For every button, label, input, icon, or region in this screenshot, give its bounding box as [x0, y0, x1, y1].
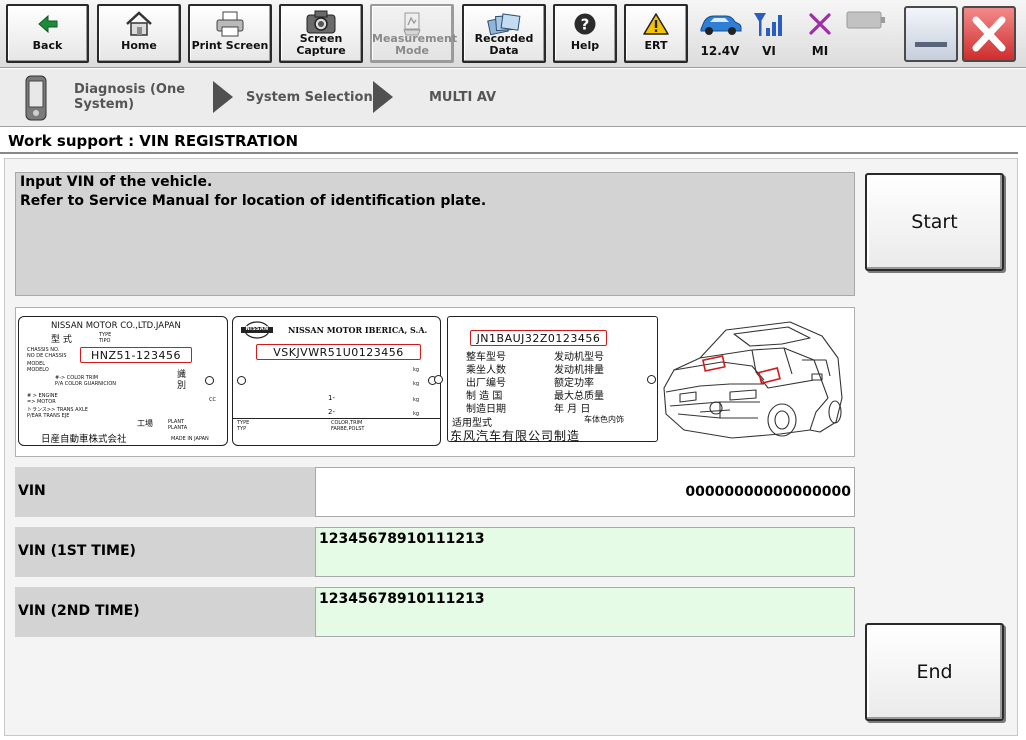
minimize-button[interactable]: [904, 6, 958, 62]
vin-row: VIN 00000000000000000: [15, 467, 855, 517]
breadcrumb: Diagnosis (One System) System Selection …: [0, 69, 1026, 127]
signal-antenna-icon: [745, 10, 793, 38]
battery-icon: [842, 6, 890, 34]
measurement-mode-button[interactable]: Measurement Mode: [370, 4, 458, 63]
breadcrumb-arrow-icon: [213, 81, 233, 113]
plate-divider: [233, 418, 440, 419]
vin-value: 00000000000000000: [315, 467, 855, 517]
help-icon: ?: [555, 11, 615, 37]
instruction-line-2: Refer to Service Manual for location of …: [20, 193, 487, 209]
id-plate-china: JN1BAUJ32Z0123456 整车型号 发动机型号 乘坐人数 发动机排量 …: [434, 316, 658, 443]
mi-label: MI: [811, 44, 829, 58]
back-button[interactable]: Back: [6, 4, 89, 63]
vehicle-illustration: [660, 314, 850, 452]
nissan-logo: NISSAN: [240, 321, 274, 339]
vin-label: VIN: [18, 483, 46, 499]
rivet-hole: [647, 375, 656, 384]
screen-capture-label: Screen Capture: [296, 32, 346, 57]
warning-icon: [626, 11, 686, 37]
breadcrumb-step-diagnosis[interactable]: Diagnosis (One System): [74, 82, 185, 112]
vin-1st-input[interactable]: 12345678910111213: [315, 527, 855, 577]
app-window: Back Home Print Screen Screen Capture Me…: [0, 0, 1026, 740]
home-button[interactable]: Home: [97, 4, 181, 63]
instruction-line-1: Input VIN of the vehicle.: [20, 174, 213, 190]
battery-voltage-status: 12.4V: [696, 4, 744, 63]
mi-cross-icon: [796, 10, 844, 38]
breadcrumb-step-multi-av[interactable]: MULTI AV: [429, 90, 496, 105]
toolbar: Back Home Print Screen Screen Capture Me…: [0, 0, 1026, 68]
recorded-data-button[interactable]: Recorded Data: [462, 4, 546, 63]
ert-label: ERT: [644, 39, 668, 52]
identification-plate-panel: NISSAN MOTOR CO.,LTD.JAPAN 型 式 TYPE TIPO…: [15, 307, 855, 457]
id-plate-iberica: NISSAN NISSAN MOTOR IBERICA, S.A. VSKJVW…: [232, 316, 441, 446]
vin-1st-label: VIN (1ST TIME): [18, 543, 136, 559]
vin-2nd-label-cell: VIN (2ND TIME): [15, 587, 315, 637]
mi-status: MI: [796, 4, 844, 63]
vin-highlight-china: JN1BAUJ32Z0123456: [470, 330, 607, 346]
start-button[interactable]: Start: [865, 173, 1004, 271]
svg-text:?: ?: [581, 16, 590, 34]
vi-status: VI: [745, 4, 793, 63]
breadcrumb-arrow-icon: [373, 81, 393, 113]
close-button[interactable]: [962, 6, 1016, 62]
page-title-bar: Work support : VIN REGISTRATION: [0, 128, 1018, 154]
page-title: Work support : VIN REGISTRATION: [8, 132, 299, 150]
rivet-hole: [434, 375, 443, 384]
vin-1st-label-cell: VIN (1ST TIME): [15, 527, 315, 577]
vin-2nd-label: VIN (2ND TIME): [18, 603, 140, 619]
voltage-label: 12.4V: [700, 44, 740, 58]
vin-2nd-input[interactable]: 12345678910111213: [315, 587, 855, 637]
end-button[interactable]: End: [865, 623, 1004, 721]
instruction-panel: Input VIN of the vehicle. Refer to Servi…: [15, 172, 855, 296]
screen-capture-button[interactable]: Screen Capture: [279, 4, 363, 63]
status-area: 12.4V VI MI: [692, 4, 898, 63]
vi-label: VI: [762, 44, 776, 58]
back-arrow-icon: [8, 11, 87, 37]
ert-button[interactable]: ERT: [624, 4, 688, 63]
minimize-icon: [915, 42, 947, 47]
home-label: Home: [121, 39, 157, 52]
print-screen-button[interactable]: Print Screen: [188, 4, 272, 63]
measurement-mode-label: Measurement Mode: [372, 32, 458, 57]
help-button[interactable]: ? Help: [553, 4, 617, 63]
close-icon: [964, 8, 1014, 60]
print-screen-label: Print Screen: [191, 39, 269, 52]
help-label: Help: [570, 39, 600, 52]
breadcrumb-step-system-selection[interactable]: System Selection: [246, 90, 373, 105]
printer-icon: [190, 11, 270, 37]
vin-1st-row: VIN (1ST TIME) 12345678910111213: [15, 527, 855, 577]
id-plate-japan: NISSAN MOTOR CO.,LTD.JAPAN 型 式 TYPE TIPO…: [18, 316, 228, 446]
rivet-hole: [237, 376, 246, 385]
home-icon: [99, 11, 179, 37]
diagnosis-tool-icon: [24, 75, 48, 121]
back-label: Back: [32, 39, 63, 52]
battery-status: [842, 4, 890, 63]
car-battery-icon: [696, 10, 744, 38]
vin-highlight-japan: HNZ51-123456: [80, 347, 192, 363]
vin-highlight-iberica: VSKJVWR51U0123456: [256, 344, 421, 360]
vin-label-cell: VIN: [15, 467, 315, 517]
vin-2nd-row: VIN (2ND TIME) 12345678910111213: [15, 587, 855, 637]
rivet-hole: [205, 376, 214, 385]
recorded-data-label: Recorded Data: [474, 32, 534, 57]
